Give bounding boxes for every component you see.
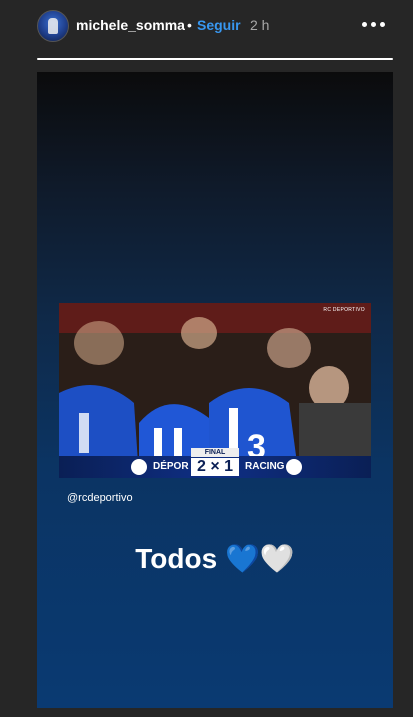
timestamp: 2 h bbox=[250, 17, 270, 33]
away-team: RACING bbox=[245, 461, 285, 472]
match-status: FINAL bbox=[191, 448, 239, 457]
username-link[interactable]: michele_somma bbox=[76, 17, 185, 33]
match-photo: 3 RC DEPORTIVO FINAL DÉPOR 2 × 1 RACING bbox=[59, 303, 371, 478]
scoreboard: FINAL DÉPOR 2 × 1 RACING bbox=[59, 448, 371, 478]
story-progress-bar bbox=[37, 58, 393, 60]
score: 2 × 1 bbox=[191, 458, 239, 476]
home-crest-icon bbox=[131, 459, 147, 475]
broadcast-brand: RC DEPORTIVO bbox=[323, 307, 365, 313]
follow-button[interactable]: Seguir bbox=[197, 17, 241, 33]
more-icon[interactable] bbox=[362, 22, 386, 30]
separator-dot: • bbox=[187, 17, 192, 33]
home-team: DÉPOR bbox=[153, 461, 189, 472]
caption-text: Todos 💙🤍 bbox=[135, 543, 295, 574]
away-crest-icon bbox=[286, 459, 302, 475]
avatar-figure bbox=[48, 18, 58, 34]
story-header: michele_somma • Seguir 2 h bbox=[0, 0, 413, 56]
avatar[interactable] bbox=[37, 10, 69, 42]
mention-sticker[interactable]: @rcdeportivo bbox=[67, 492, 133, 504]
story-content[interactable]: 3 RC DEPORTIVO FINAL DÉPOR 2 × 1 RACING … bbox=[37, 72, 393, 708]
